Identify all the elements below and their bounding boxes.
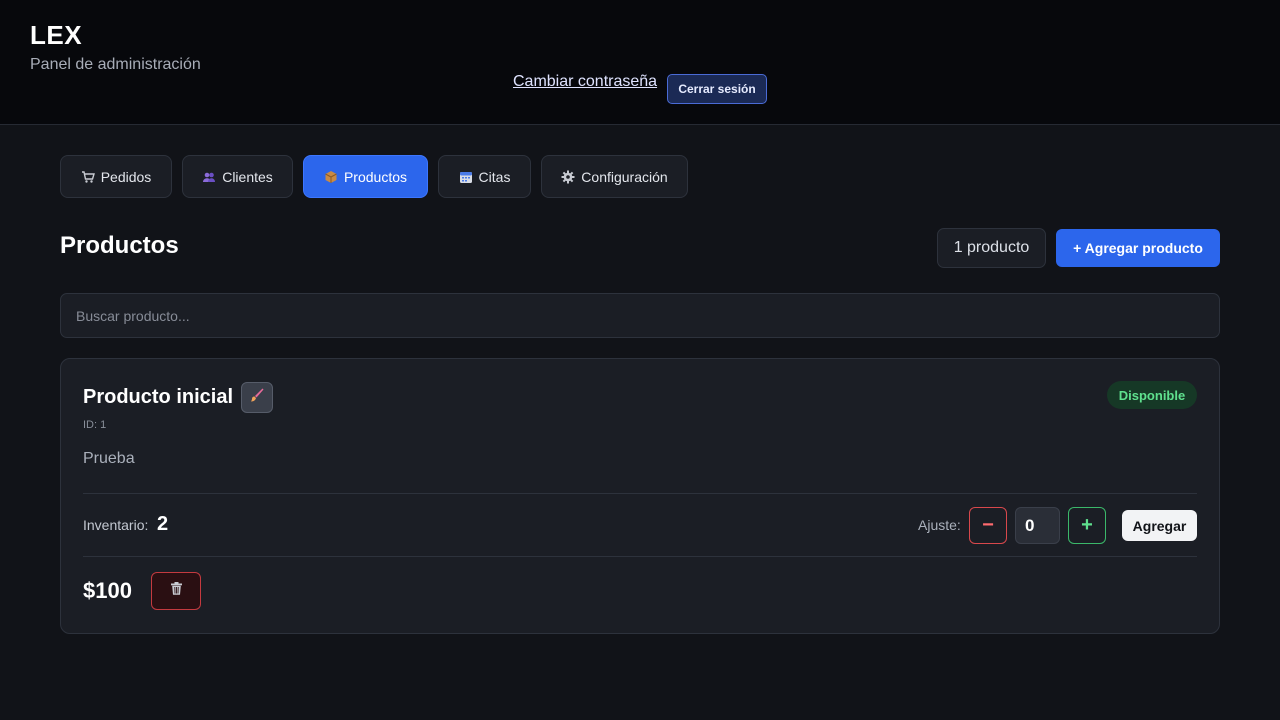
status-badge: Disponible [1107,381,1197,409]
tab-label: Pedidos [100,168,152,185]
tab-label: Citas [478,168,511,185]
brand-subtitle: Panel de administración [30,56,201,73]
page-title: Productos [60,232,179,259]
tab-label: Productos [343,168,408,185]
cart-icon [81,170,95,184]
search-input[interactable] [60,293,1220,338]
increase-button[interactable]: + [1068,507,1106,544]
product-count-badge: 1 producto [937,228,1046,268]
tab-configuracion[interactable]: Configuración [541,155,688,198]
product-name: Producto inicial [83,386,234,408]
adjust-label: Ajuste: [918,517,961,533]
package-icon [324,170,338,184]
apply-adjust-button[interactable]: Agregar [1122,510,1197,541]
brand-title: LEX [30,20,83,50]
divider [83,556,1197,557]
tab-pedidos[interactable]: Pedidos [60,155,172,198]
brush-icon [249,387,265,408]
edit-product-button[interactable] [241,382,273,413]
tab-citas[interactable]: Citas [438,155,531,198]
adjust-input[interactable] [1015,507,1060,544]
change-password-link[interactable]: Cambiar contraseña [513,73,657,91]
calendar-icon [459,170,473,184]
users-icon [202,170,216,184]
tab-label: Clientes [222,168,273,185]
tab-productos[interactable]: Productos [303,155,428,198]
delete-product-button[interactable] [151,572,201,610]
product-card: Producto inicial ID: 1 Prueba Disponible… [60,358,1220,634]
tab-clientes[interactable]: Clientes [182,155,293,198]
app-header: LEX Panel de administración Cambiar cont… [0,0,1280,125]
add-product-button[interactable]: + Agregar producto [1056,229,1220,267]
tab-label: Configuración [581,168,668,185]
product-id: ID: 1 [83,419,107,431]
decrease-button[interactable]: − [969,507,1007,544]
divider [83,493,1197,494]
product-description: Prueba [83,450,135,467]
inventory-label: Inventario: [83,517,149,533]
trash-icon [169,581,184,601]
inventory-value: 2 [157,513,169,535]
gear-icon [561,170,575,184]
logout-button[interactable]: Cerrar sesión [667,74,767,104]
product-price: $100 [83,578,132,603]
